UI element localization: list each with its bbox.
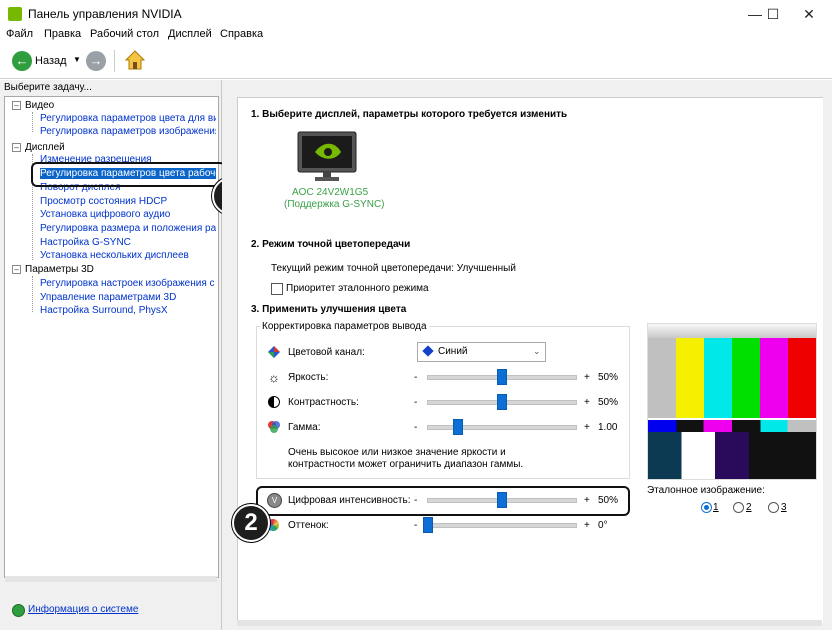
ref-radio-1-label[interactable]: 1 [713,502,719,513]
section-2-title: 2. Режим точной цветопередачи [251,239,411,250]
close-button[interactable]: ✕ [786,0,832,28]
collapse-video-icon[interactable]: – [12,101,21,110]
menu-help[interactable]: Справка [220,28,263,40]
task-header: Выберите задачу... [4,82,92,93]
forward-arrow-icon[interactable]: → [86,51,106,71]
back-dropdown-icon[interactable]: ▼ [73,55,81,64]
monitor-name[interactable]: AOC 24V2W1G5 [292,187,368,198]
contrast-label: Контрастность: [288,397,359,408]
ref-bottom-band [648,432,816,479]
brightness-minus: - [414,372,418,383]
ref-mode-label[interactable]: Приоритет эталонного режима [286,283,429,294]
tree-item-surround[interactable]: Настройка Surround, PhysX [40,305,168,316]
tree-line [32,276,33,312]
collapse-3d-icon[interactable]: – [12,265,21,274]
system-info-icon [12,604,25,617]
tree-item-3d-manage[interactable]: Управление параметрами 3D [40,292,176,303]
brightness-icon: ☼ [268,370,280,385]
back-arrow-icon[interactable]: ← [12,51,32,71]
blue-diamond-icon [422,345,434,357]
collapse-display-icon[interactable]: – [12,143,21,152]
reference-image-label: Эталонное изображение: [647,485,765,496]
menu-desktop[interactable]: Рабочий стол [90,28,159,40]
ref-radio-1[interactable] [701,502,712,513]
menu-bar: Файл Правка Рабочий стол Дисплей Справка [0,28,832,44]
current-mode-text: Текущий режим точной цветопередачи: Улуч… [271,263,516,274]
ref-radio-2-label[interactable]: 2 [746,502,752,513]
monitor-icon[interactable] [297,131,357,183]
tree-line [32,112,33,132]
tree-category-video[interactable]: Видео [25,100,54,111]
tree-item-video-image[interactable]: Регулировка параметров изображения д [40,126,216,137]
color-channel-label: Цветовой канал: [288,347,365,358]
ref-radio-3-label[interactable]: 3 [781,502,787,513]
toolbar: ← Назад ▼ → [0,44,832,79]
gamma-value: 1.00 [598,422,618,433]
content-bottom-scrollbar[interactable] [237,620,822,626]
tree-item-digital-audio[interactable]: Установка цифрового аудио [40,209,170,220]
color-channel-icon [267,345,281,362]
title-bar: Панель управления NVIDIA — ☐ ✕ [0,0,832,28]
brightness-value: 50% [598,372,619,383]
hue-label: Оттенок: [288,520,329,531]
hue-plus: + [584,520,590,531]
monitor-subtitle: (Поддержка G-SYNC) [284,199,385,210]
tree-item-multi-display[interactable]: Установка нескольких дисплеев [40,250,189,261]
callout-highlight-1 [31,162,226,187]
nvidia-logo-icon [8,7,22,21]
chevron-down-icon: ⌄ [533,346,541,356]
group-label: Корректировка параметров вывода [260,321,429,332]
window-title: Панель управления NVIDIA [28,7,182,21]
brightness-plus: + [584,372,590,383]
contrast-icon [268,396,280,408]
radio-dot [704,505,709,510]
back-button-label[interactable]: Назад [35,55,67,67]
tree-item-desktop-size[interactable]: Регулировка размера и положения рабоч [40,223,216,234]
gamma-icon [267,420,281,437]
tree-item-3d-image[interactable]: Регулировка настроек изображения с пр [40,278,216,289]
ref-radio-2[interactable] [733,502,744,513]
ref-radio-3[interactable] [768,502,779,513]
tree-scrollbar[interactable] [5,576,217,582]
system-info-link[interactable]: Информация о системе [28,604,138,615]
tree-category-3d[interactable]: Параметры 3D [25,264,94,275]
menu-display[interactable]: Дисплей [168,28,212,40]
menu-file[interactable]: Файл [6,28,33,40]
section-1-title: 1. Выберите дисплей, параметры которого … [251,109,568,120]
hue-slider-thumb[interactable] [423,517,433,533]
ref-mode-checkbox[interactable] [271,283,283,295]
callout-highlight-2 [256,486,630,516]
contrast-value: 50% [598,397,619,408]
gamma-slider-thumb[interactable] [452,419,463,435]
gamma-plus: + [584,422,590,433]
ref-mid-band [648,420,816,432]
callout-badge-2: 2 [232,504,270,542]
reference-image [647,323,817,480]
contrast-plus: + [584,397,590,408]
hue-minus: - [414,520,418,531]
brightness-label: Яркость: [288,372,329,383]
home-icon[interactable] [124,49,146,71]
brightness-slider-thumb[interactable] [497,369,507,385]
color-channel-select[interactable]: Синий ⌄ [417,342,546,362]
contrast-slider-thumb[interactable] [497,394,507,410]
color-channel-value: Синий [438,346,468,357]
ref-color-bars [648,338,816,420]
gamma-label: Гамма: [288,422,321,433]
tree-item-hdcp[interactable]: Просмотр состояния HDCP [40,196,167,207]
hue-value: 0° [598,520,608,531]
gamma-note: Очень высокое или низкое значение яркост… [288,447,524,470]
right-scrollbar[interactable] [822,80,832,630]
contrast-minus: - [414,397,418,408]
section-3-title: 3. Применить улучшения цвета [251,304,407,315]
ref-top-band [648,324,816,338]
tree-item-gsync[interactable]: Настройка G-SYNC [40,237,131,248]
gamma-slider-track[interactable] [427,425,577,430]
tree-category-display[interactable]: Дисплей [25,142,65,153]
toolbar-separator [114,50,115,72]
menu-edit[interactable]: Правка [44,28,81,40]
tree-item-video-color[interactable]: Регулировка параметров цвета для вид [40,113,216,124]
gamma-minus: - [414,422,418,433]
hue-slider-track[interactable] [427,523,577,528]
